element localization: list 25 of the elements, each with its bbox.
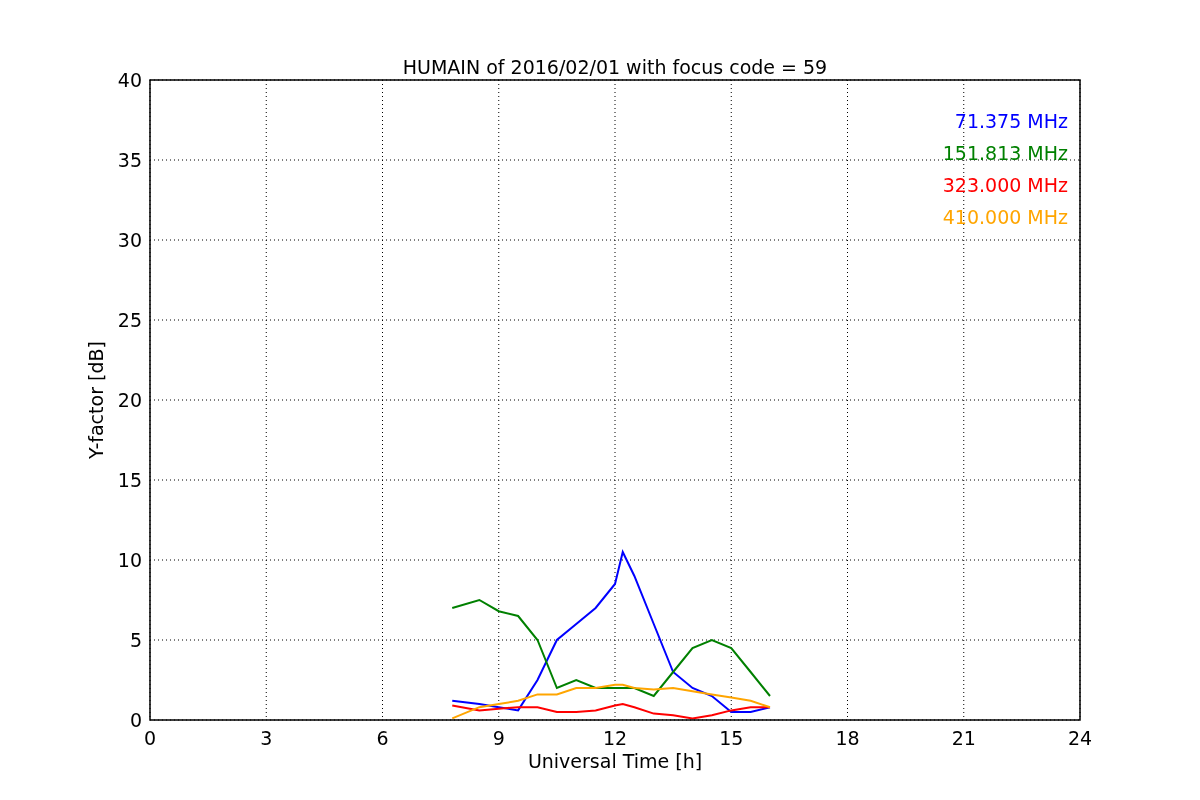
legend-label: 323.000 MHz <box>942 174 1068 196</box>
y-tick-label: 0 <box>129 709 142 731</box>
y-axis-label: Y-factor [dB] <box>85 341 107 459</box>
x-tick-label: 0 <box>143 727 157 749</box>
y-tick-label: 30 <box>117 229 142 251</box>
x-tick-label: 21 <box>951 727 976 749</box>
y-tick-label: 20 <box>117 389 142 411</box>
x-axis-label: Universal Time [h] <box>527 750 703 772</box>
x-tick-label: 9 <box>492 727 505 749</box>
chart-title: HUMAIN of 2016/02/01 with focus code = 59 <box>402 56 828 78</box>
y-tick-label: 40 <box>117 69 142 91</box>
y-tick-label: 25 <box>117 309 142 331</box>
x-tick-label: 24 <box>1067 727 1093 749</box>
legend-label: 410.000 MHz <box>942 206 1068 228</box>
y-tick-label: 35 <box>117 149 142 171</box>
x-tick-label: 3 <box>260 727 273 749</box>
legend-label: 71.375 MHz <box>954 110 1068 132</box>
y-tick-label: 15 <box>117 469 142 491</box>
y-tick-label: 10 <box>117 549 142 571</box>
x-tick-label: 15 <box>719 727 744 749</box>
x-tick-label: 18 <box>835 727 860 749</box>
legend-label: 151.813 MHz <box>942 142 1068 164</box>
y-tick-label: 5 <box>129 629 142 651</box>
x-tick-label: 6 <box>376 727 389 749</box>
x-tick-label: 12 <box>602 727 628 749</box>
